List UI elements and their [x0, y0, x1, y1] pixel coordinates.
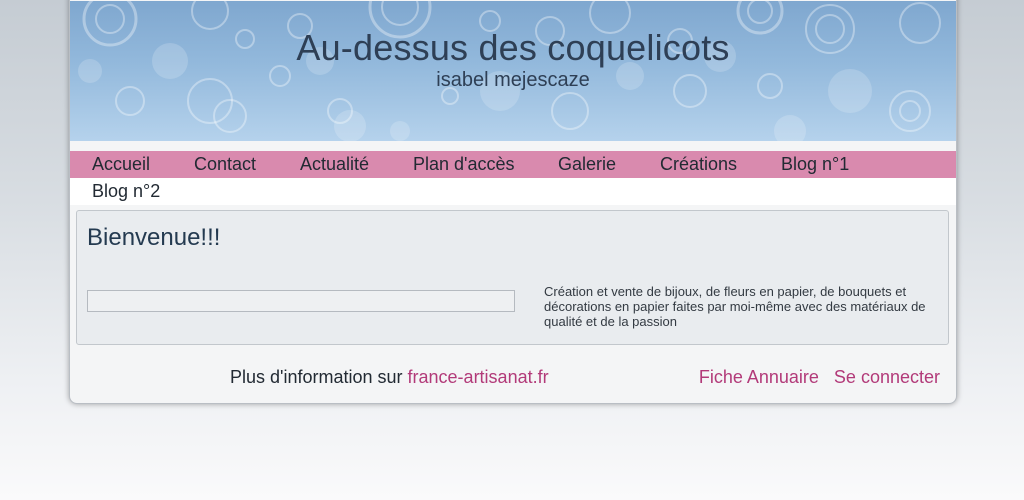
nav-item-blog-2[interactable]: Blog n°2 [92, 181, 160, 202]
nav-item-blog-1[interactable]: Blog n°1 [781, 154, 849, 175]
nav-item-galerie[interactable]: Galerie [558, 154, 616, 175]
nav-item-plan-acces[interactable]: Plan d'accès [413, 154, 515, 175]
page-container: Au-dessus des coquelicots isabel mejesca… [69, 0, 957, 404]
site-footer: Plus d'information sur france-artisanat.… [70, 353, 956, 403]
empty-image-frame [87, 290, 515, 312]
welcome-description: Création et vente de bijoux, de fleurs e… [544, 284, 926, 329]
france-artisanat-link[interactable]: france-artisanat.fr [408, 367, 549, 387]
footer-info: Plus d'information sur france-artisanat.… [230, 367, 549, 388]
nav-item-creations[interactable]: Créations [660, 154, 737, 175]
nav-item-actualite[interactable]: Actualité [300, 154, 369, 175]
site-title: Au-dessus des coquelicots [296, 27, 730, 68]
welcome-heading: Bienvenue!!! [87, 224, 221, 251]
welcome-content-box: Bienvenue!!! Création et vente de bijoux… [76, 210, 949, 345]
nav-item-contact[interactable]: Contact [194, 154, 256, 175]
main-navigation: Accueil Contact Actualité Plan d'accès G… [70, 151, 956, 205]
footer-links: Fiche Annuaire Se connecter [699, 367, 940, 388]
se-connecter-link[interactable]: Se connecter [834, 367, 940, 387]
footer-info-prefix: Plus d'information sur [230, 367, 403, 387]
fiche-annuaire-link[interactable]: Fiche Annuaire [699, 367, 819, 387]
nav-item-accueil[interactable]: Accueil [92, 154, 150, 175]
site-header: Au-dessus des coquelicots isabel mejesca… [70, 1, 956, 141]
site-subtitle: isabel mejescaze [436, 69, 590, 91]
